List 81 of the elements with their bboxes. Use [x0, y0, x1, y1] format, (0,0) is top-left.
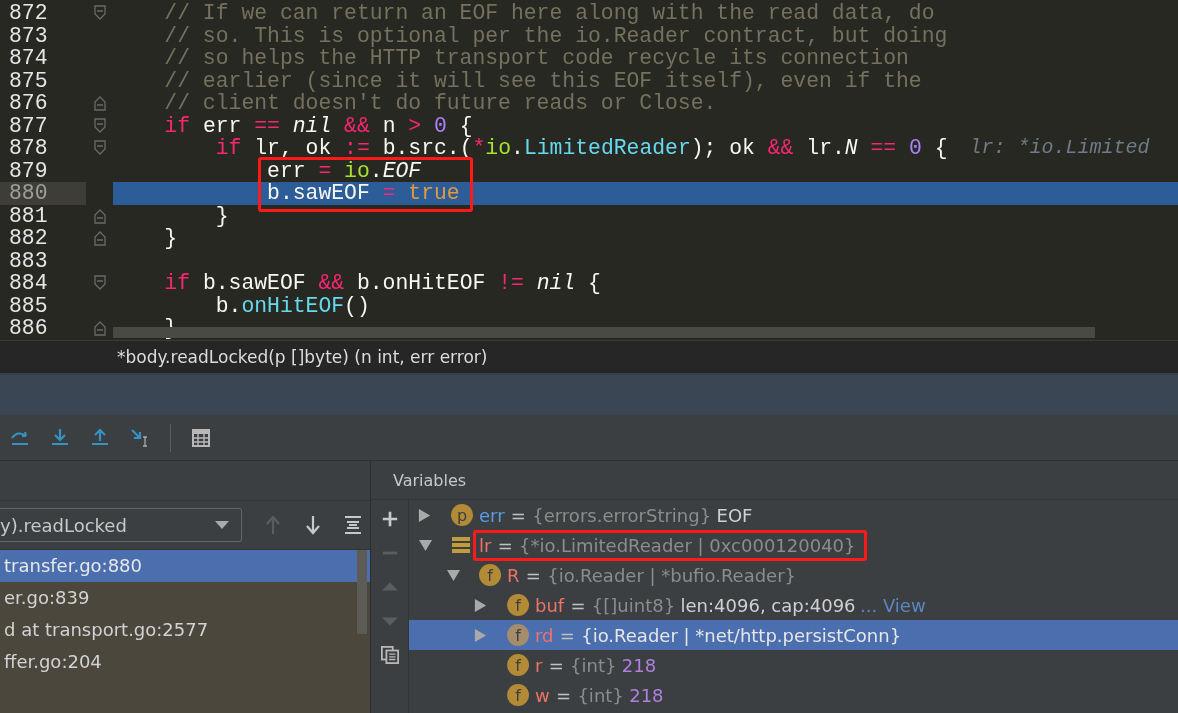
variable-badge: p [451, 504, 473, 526]
stack-icon [451, 535, 471, 555]
code-line: if b.sawEOF && b.onHitEOF != nil { [164, 272, 601, 295]
line-number: 881 [8, 204, 49, 227]
code-line: // so. This is optional per the io.Reader contract, but doing [164, 24, 948, 47]
variable-row[interactable]: lr = {*io.LimitedReader | 0xc000120040} [409, 530, 1178, 560]
panel-title: Variables [393, 470, 467, 490]
line-number: 874 [8, 47, 49, 70]
step-out-icon[interactable] [90, 427, 110, 448]
variable-row[interactable]: p err = {errors.errorString} EOF [409, 500, 1178, 530]
code-line: // If we can return an EOF here along with the read data, do [164, 2, 935, 25]
breadcrumb[interactable]: *body.readLocked(p []byte) (n int, err error) [117, 347, 488, 367]
collapse-arrow-icon[interactable] [417, 538, 434, 552]
variable-label: lr = {*io.LimitedReader | 0xc000120040} [473, 529, 867, 561]
step-into-icon[interactable] [50, 427, 70, 448]
variable-label: rd = {io.Reader | *net/http.persistConn} [534, 623, 903, 648]
fold-icon[interactable] [93, 275, 106, 292]
variable-row[interactable]: f w = {int} 218 [409, 680, 1178, 710]
fold-icon[interactable] [93, 95, 106, 112]
line-number: 873 [8, 24, 49, 47]
variable-row[interactable]: f buf = {[]uint8} len:4096, cap:4096 ... View [409, 590, 1178, 620]
variable-label: buf = {[]uint8} len:4096, cap:4096 ... View [534, 593, 927, 618]
variable-row[interactable]: f r = {int} 218 [409, 650, 1178, 680]
caret-icon [215, 521, 229, 529]
line-number: 876 [8, 92, 49, 115]
code-line: // client doesn't do future reads or Close. [164, 92, 717, 115]
run-to-cursor-icon[interactable] [130, 427, 150, 448]
line-number: 872 [8, 2, 49, 25]
stack-frame[interactable]: ffer.go:204 [0, 646, 356, 678]
variable-label: w = {int} 218 [534, 683, 665, 708]
fold-icon[interactable] [93, 117, 106, 134]
line-number: 878 [8, 137, 49, 160]
scrollbar-thumb[interactable] [357, 550, 367, 634]
variable-label: r = {int} 218 [534, 653, 658, 678]
fold-icon[interactable] [93, 140, 106, 157]
code-line: } [164, 227, 178, 250]
variable-row[interactable]: f R = {io.Reader | *bufio.Reader} [409, 560, 1178, 590]
code-line: // earlier (since it will see this EOF itself), even if the [164, 69, 922, 92]
calculator-icon[interactable] [191, 427, 211, 448]
code-line: if lr, ok := b.src.(*io.LimitedReader); ok && lr.N == 0 { [215, 137, 948, 160]
plus-icon[interactable] [380, 510, 399, 528]
line-number: 879 [8, 159, 49, 182]
variable-badge: f [507, 654, 529, 676]
code-line: // so helps the HTTP transport code recycle its connection [164, 47, 909, 70]
stack-frame[interactable]: transfer.go:880 [0, 550, 370, 582]
variable-label: err = {errors.errorString} EOF [478, 503, 754, 528]
variable-badge: f [507, 594, 529, 616]
up-arrow-icon[interactable] [264, 515, 282, 535]
line-number: 884 [8, 272, 49, 295]
code-line: } [215, 204, 229, 227]
line-number: 882 [8, 227, 49, 250]
variable-label: R = {io.Reader | *bufio.Reader} [506, 563, 798, 588]
fold-icon[interactable] [93, 230, 106, 247]
expand-arrow-icon[interactable] [417, 507, 432, 523]
line-number: 885 [8, 294, 49, 317]
code-line: if err == nil && n > 0 { [164, 114, 473, 137]
variable-badge: f [479, 564, 501, 586]
collapse-arrow-icon[interactable] [445, 568, 462, 582]
line-number: 886 [8, 317, 49, 340]
line-number: 875 [8, 69, 49, 92]
stack-frame[interactable]: d at transport.go:2577 [0, 614, 356, 646]
line-number: 880 [0, 182, 86, 205]
copy-icon[interactable] [380, 646, 399, 664]
frame-dropdown[interactable]: y).readLocked [0, 508, 242, 542]
inlay-hint: lr: *io.Limited [969, 137, 1150, 160]
filter-icon[interactable] [344, 515, 362, 535]
fold-icon[interactable] [93, 207, 106, 224]
code-line: b.sawEOF = true [267, 182, 460, 205]
fold-icon[interactable] [93, 320, 106, 337]
code-line: b.onHitEOF() [215, 294, 370, 317]
code-line: err = io.EOF [267, 159, 422, 182]
expand-arrow-icon[interactable] [473, 597, 488, 613]
line-number: 883 [8, 249, 49, 272]
variable-row[interactable]: f rd = {io.Reader | *net/http.persistConn} [409, 620, 1178, 650]
line-number: 877 [8, 114, 49, 137]
variable-badge: f [507, 624, 529, 646]
stack-frame[interactable]: er.go:839 [0, 582, 356, 614]
expand-arrow-icon[interactable] [473, 627, 488, 643]
fold-icon[interactable] [93, 5, 106, 22]
down-arrow-icon[interactable] [304, 515, 322, 535]
variable-badge: f [507, 684, 529, 706]
